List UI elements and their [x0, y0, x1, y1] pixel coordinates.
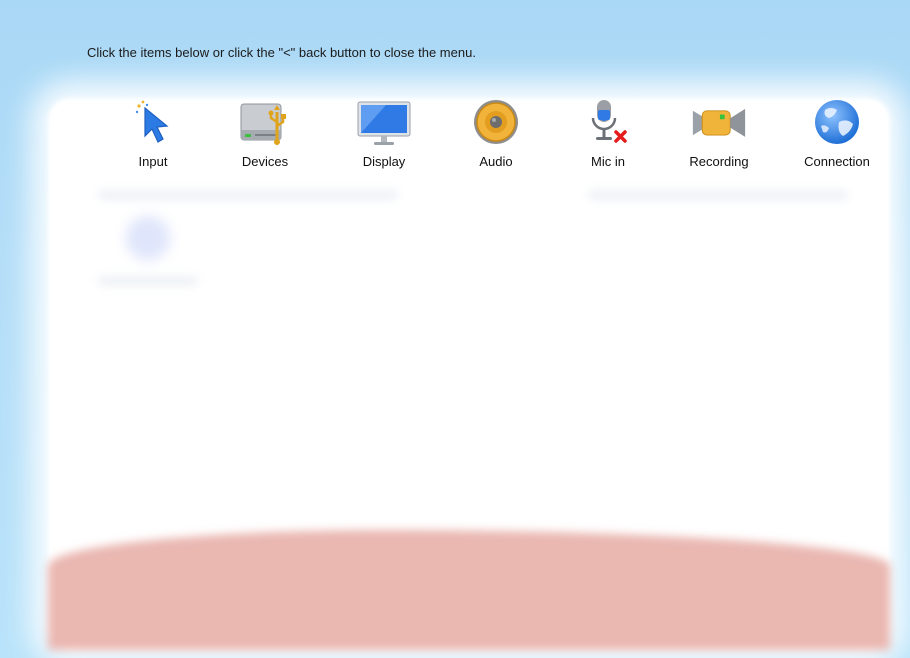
- menu-item-input[interactable]: Input: [103, 96, 203, 176]
- usb-drive-icon: [237, 96, 293, 148]
- globe-icon: [809, 96, 865, 148]
- blurred-text: [98, 276, 198, 286]
- menu-item-label: Recording: [689, 154, 749, 169]
- video-camera-icon: [691, 96, 747, 148]
- menu-item-audio[interactable]: Audio: [446, 96, 546, 176]
- blurred-text: [98, 190, 398, 200]
- menu-item-connection[interactable]: Connection: [787, 96, 887, 176]
- settings-menu: Input Devices Display Audio Mic in Recor…: [0, 0, 910, 180]
- speaker-icon: [468, 96, 524, 148]
- microphone-muted-icon: [580, 96, 636, 148]
- menu-item-recording[interactable]: Recording: [669, 96, 769, 176]
- menu-item-mic-in[interactable]: Mic in: [558, 96, 658, 176]
- menu-item-devices[interactable]: Devices: [215, 96, 315, 176]
- cursor-arrow-icon: [125, 96, 181, 148]
- monitor-icon: [356, 96, 412, 148]
- blurred-text: [588, 190, 848, 200]
- menu-item-label: Mic in: [591, 154, 625, 169]
- menu-item-label: Devices: [241, 154, 289, 169]
- menu-item-label: Connection: [804, 154, 870, 169]
- menu-item-label: Display: [362, 154, 406, 169]
- blurred-background-window: [48, 98, 890, 650]
- menu-item-display[interactable]: Display: [334, 96, 434, 176]
- blurred-avatar: [126, 216, 170, 260]
- menu-item-label: Audio: [479, 154, 513, 169]
- menu-item-label: Input: [138, 154, 168, 169]
- blurred-footer-wave: [48, 530, 890, 650]
